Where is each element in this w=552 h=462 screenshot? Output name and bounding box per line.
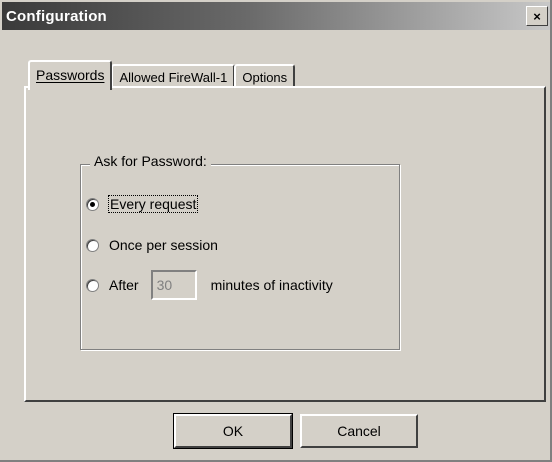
ok-button[interactable]: OK xyxy=(173,413,293,449)
option-once-per-session-label[interactable]: Once per session xyxy=(109,237,218,253)
configuration-dialog: Configuration × Passwords Allowed FireWa… xyxy=(0,0,552,462)
window-title: Configuration xyxy=(6,7,107,25)
tab-options[interactable]: Options xyxy=(234,64,296,88)
minutes-input[interactable] xyxy=(150,270,197,300)
minutes-suffix-label: minutes of inactivity xyxy=(210,277,333,293)
close-button[interactable]: × xyxy=(526,6,548,26)
option-after-label[interactable]: After xyxy=(109,277,139,293)
radio-after[interactable] xyxy=(86,278,99,292)
radio-every-request[interactable] xyxy=(86,197,99,211)
cancel-button[interactable]: Cancel xyxy=(300,414,418,448)
tab-allowed-firewall[interactable]: Allowed FireWall-1 xyxy=(111,64,236,88)
title-bar[interactable]: Configuration × xyxy=(2,2,550,30)
tab-strip: Passwords Allowed FireWall-1 Options xyxy=(28,58,296,90)
option-every-request[interactable]: Every request xyxy=(86,195,199,213)
tab-options-label: Options xyxy=(242,69,288,85)
ask-for-password-group xyxy=(80,164,400,350)
tab-allowed-firewall-label: Allowed FireWall-1 xyxy=(119,69,228,85)
radio-once-per-session[interactable] xyxy=(86,238,99,252)
tab-passwords-label: Passwords xyxy=(36,67,105,83)
close-icon: × xyxy=(533,8,541,24)
option-after[interactable]: After minutes of inactivity xyxy=(86,270,333,300)
group-label: Ask for Password: xyxy=(90,153,211,169)
cancel-button-label: Cancel xyxy=(337,423,381,439)
tab-passwords[interactable]: Passwords xyxy=(28,60,113,90)
option-every-request-label[interactable]: Every request xyxy=(107,195,199,213)
ok-button-label: OK xyxy=(222,423,244,439)
option-once-per-session[interactable]: Once per session xyxy=(86,237,218,253)
